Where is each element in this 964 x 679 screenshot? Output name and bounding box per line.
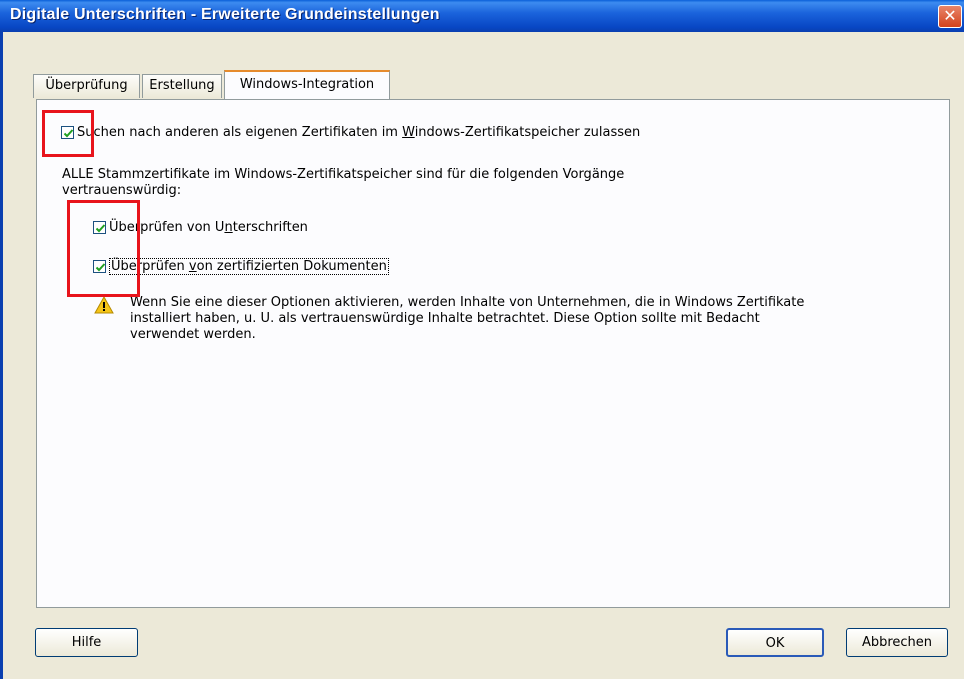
close-icon: ✕ [943, 6, 957, 25]
ok-button[interactable]: OK [726, 628, 824, 657]
tab-windows-integration[interactable]: Windows-Integration [224, 70, 390, 100]
highlight-box [42, 110, 94, 157]
warning-icon [94, 296, 114, 314]
verify-certified-label: Überprüfen von zertifizierten Dokumenten [109, 258, 389, 275]
trust-description: ALLE Stammzertifikate im Windows-Zertifi… [62, 167, 625, 198]
title-bar[interactable]: Digitale Unterschriften - Erweiterte Gru… [0, 0, 964, 32]
cancel-button[interactable]: Abbrechen [846, 628, 948, 657]
help-button[interactable]: Hilfe [35, 628, 138, 657]
warning-text: Wenn Sie eine dieser Optionen aktivieren… [130, 295, 805, 342]
highlight-box [67, 200, 140, 297]
search-certificates-label: Suchen nach anderen als eigenen Zertifik… [77, 125, 641, 140]
close-button[interactable]: ✕ [938, 5, 962, 28]
search-certificates-option[interactable]: Suchen nach anderen als eigenen Zertifik… [61, 125, 640, 140]
tab-ueberpruefung[interactable]: Überprüfung [33, 74, 140, 98]
window-frame [0, 32, 3, 679]
window-title: Digitale Unterschriften - Erweiterte Gru… [10, 6, 440, 23]
tab-erstellung[interactable]: Erstellung [142, 74, 222, 98]
